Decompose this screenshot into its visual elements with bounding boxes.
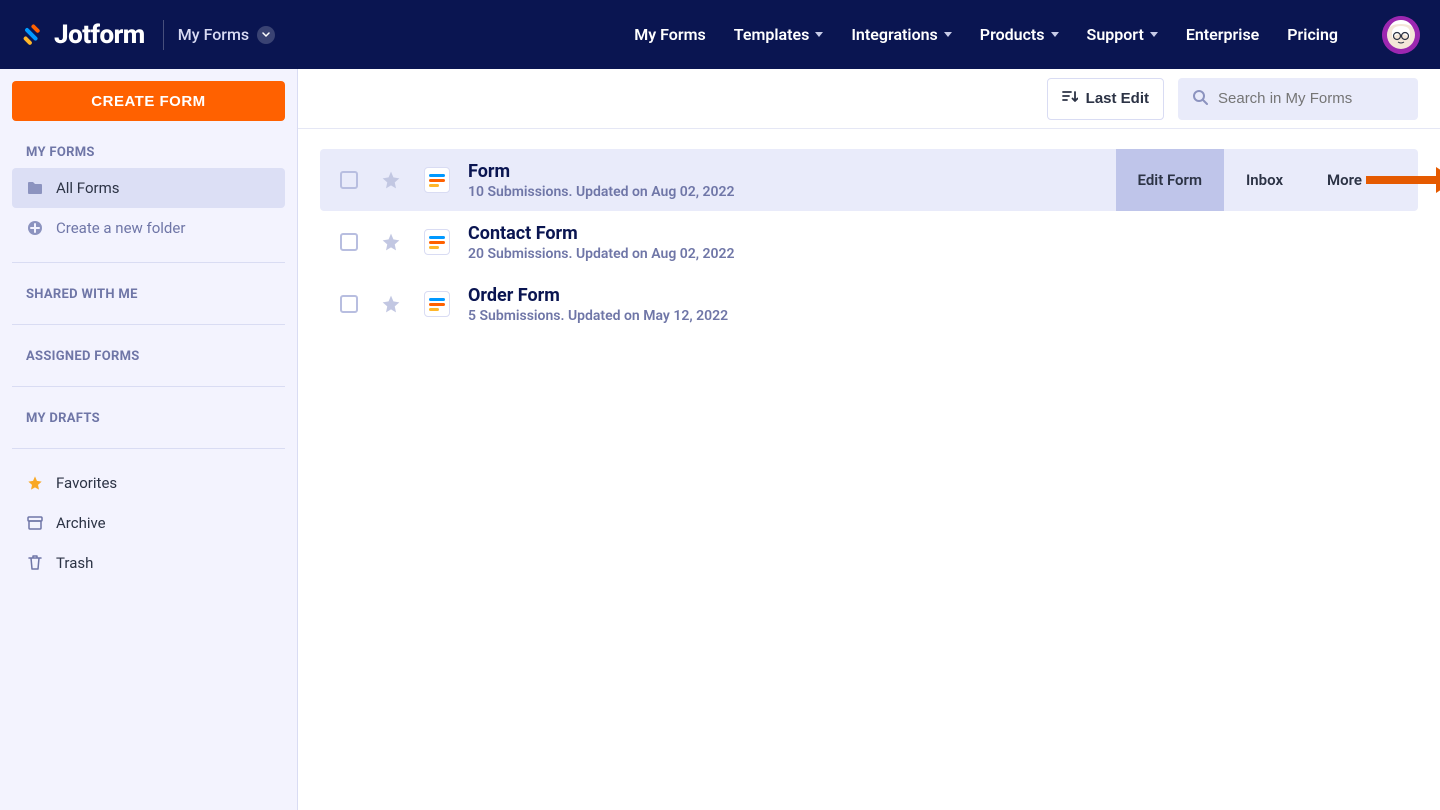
sidebar-item-favorites[interactable]: Favorites xyxy=(12,463,285,503)
section-assigned[interactable]: ASSIGNED FORMS xyxy=(26,349,285,364)
form-row[interactable]: Form 10 Submissions. Updated on Aug 02, … xyxy=(320,149,1418,211)
sidebar-item-label: Favorites xyxy=(56,474,117,492)
section-drafts[interactable]: MY DRAFTS xyxy=(26,411,285,426)
action-label: Edit Form xyxy=(1138,171,1202,189)
row-checkbox[interactable] xyxy=(340,295,358,313)
nav-pricing[interactable]: Pricing xyxy=(1287,25,1338,44)
nav-label: Integrations xyxy=(851,25,937,44)
user-avatar[interactable] xyxy=(1382,16,1420,54)
more-button[interactable]: More xyxy=(1305,149,1398,211)
form-texts: Order Form 5 Submissions. Updated on May… xyxy=(468,285,728,324)
nav-integrations[interactable]: Integrations xyxy=(851,25,951,44)
nav-label: Templates xyxy=(734,25,810,44)
form-row[interactable]: Order Form 5 Submissions. Updated on May… xyxy=(320,273,1418,335)
nav-support[interactable]: Support xyxy=(1087,25,1158,44)
sidebar-item-label: Archive xyxy=(56,514,106,532)
form-texts: Form 10 Submissions. Updated on Aug 02, … xyxy=(468,161,735,200)
nav-label: Enterprise xyxy=(1186,25,1259,44)
chevron-down-icon xyxy=(1368,178,1376,183)
sidebar-divider xyxy=(12,262,285,263)
chevron-down-icon xyxy=(944,32,952,37)
brand-logo[interactable]: Jotform xyxy=(20,20,145,50)
app-header: Jotform My Forms My Forms Templates Inte… xyxy=(0,0,1440,69)
section-shared[interactable]: SHARED WITH ME xyxy=(26,287,285,302)
row-checkbox[interactable] xyxy=(340,171,358,189)
primary-nav: My Forms Templates Integrations Products… xyxy=(634,16,1420,54)
nav-templates[interactable]: Templates xyxy=(734,25,824,44)
form-subtitle: 20 Submissions. Updated on Aug 02, 2022 xyxy=(468,246,735,262)
edit-form-button[interactable]: Edit Form xyxy=(1116,149,1224,211)
nav-enterprise[interactable]: Enterprise xyxy=(1186,25,1259,44)
row-actions: Edit Form Inbox More xyxy=(1116,149,1398,211)
form-title: Contact Form xyxy=(468,223,735,244)
trash-icon xyxy=(26,554,44,572)
search-box[interactable] xyxy=(1178,78,1418,120)
nav-label: Support xyxy=(1087,25,1144,44)
star-icon[interactable] xyxy=(380,293,402,315)
search-icon xyxy=(1192,89,1208,109)
sidebar-item-label: Trash xyxy=(56,554,93,572)
form-title: Order Form xyxy=(468,285,728,306)
folder-icon xyxy=(26,179,44,197)
chevron-down-icon xyxy=(1150,32,1158,37)
chevron-down-icon xyxy=(1051,32,1059,37)
sidebar-divider xyxy=(12,324,285,325)
inbox-button[interactable]: Inbox xyxy=(1224,149,1305,211)
sidebar-item-all-forms[interactable]: All Forms xyxy=(12,168,285,208)
action-label: More xyxy=(1327,171,1362,189)
chevron-down-icon xyxy=(257,26,275,44)
sidebar-item-label: Create a new folder xyxy=(56,219,185,237)
nav-label: Pricing xyxy=(1287,25,1338,44)
star-icon[interactable] xyxy=(380,169,402,191)
form-texts: Contact Form 20 Submissions. Updated on … xyxy=(468,223,735,262)
main-layout: CREATE FORM MY FORMS All Forms Create a … xyxy=(0,69,1440,810)
action-label: Inbox xyxy=(1246,171,1283,189)
brand-name: Jotform xyxy=(54,20,145,50)
create-form-button[interactable]: CREATE FORM xyxy=(12,81,285,121)
content-toolbar: Last Edit xyxy=(298,69,1440,129)
sidebar-item-new-folder[interactable]: Create a new folder xyxy=(12,208,285,248)
sort-icon xyxy=(1062,90,1078,108)
section-my-forms: MY FORMS xyxy=(26,145,285,160)
archive-icon xyxy=(26,514,44,532)
chevron-down-icon xyxy=(815,32,823,37)
sidebar-item-archive[interactable]: Archive xyxy=(12,503,285,543)
sidebar: CREATE FORM MY FORMS All Forms Create a … xyxy=(0,69,298,810)
form-subtitle: 5 Submissions. Updated on May 12, 2022 xyxy=(468,308,728,324)
form-list: Form 10 Submissions. Updated on Aug 02, … xyxy=(298,129,1440,810)
sidebar-item-trash[interactable]: Trash xyxy=(12,543,285,583)
nav-label: My Forms xyxy=(634,25,706,44)
plus-circle-icon xyxy=(26,219,44,237)
sidebar-divider xyxy=(12,386,285,387)
sidebar-item-label: All Forms xyxy=(56,179,119,197)
nav-products[interactable]: Products xyxy=(980,25,1059,44)
context-label: My Forms xyxy=(178,25,249,44)
sort-last-edit-button[interactable]: Last Edit xyxy=(1047,78,1164,120)
star-filled-icon xyxy=(26,474,44,492)
nav-my-forms[interactable]: My Forms xyxy=(634,25,706,44)
form-type-icon xyxy=(424,291,450,317)
sidebar-divider xyxy=(12,448,285,449)
button-label: Last Edit xyxy=(1086,90,1149,107)
form-title: Form xyxy=(468,161,735,182)
form-row[interactable]: Contact Form 20 Submissions. Updated on … xyxy=(320,211,1418,273)
form-type-icon xyxy=(424,167,450,193)
nav-label: Products xyxy=(980,25,1045,44)
row-checkbox[interactable] xyxy=(340,233,358,251)
header-divider xyxy=(163,20,164,50)
logo-icon xyxy=(20,23,44,47)
search-input[interactable] xyxy=(1218,90,1404,107)
content-area: Last Edit Form 10 Submissions. Updated o… xyxy=(298,69,1440,810)
star-icon[interactable] xyxy=(380,231,402,253)
form-subtitle: 10 Submissions. Updated on Aug 02, 2022 xyxy=(468,184,735,200)
form-type-icon xyxy=(424,229,450,255)
context-switcher[interactable]: My Forms xyxy=(178,25,275,44)
